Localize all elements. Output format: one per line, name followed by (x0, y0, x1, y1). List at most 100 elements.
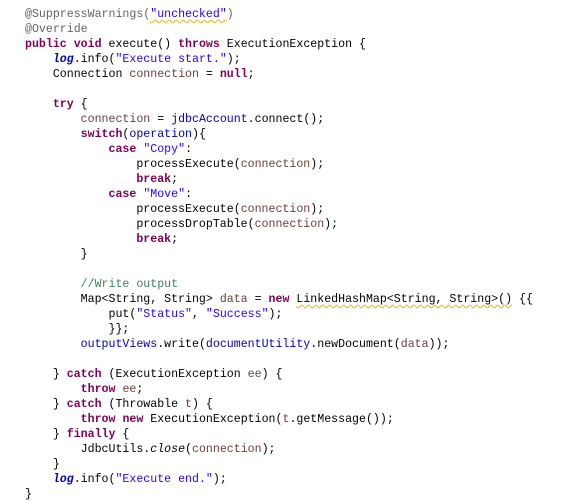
code-token: "unchecked" (150, 8, 227, 21)
code-token: Connection (25, 68, 130, 81)
code-line[interactable]: try { (25, 97, 533, 112)
code-token: (ExecutionException (101, 368, 248, 381)
code-line[interactable]: Map<String, String> data = new LinkedHas… (25, 292, 533, 307)
code-token: case (108, 188, 137, 201)
code-token: ; (136, 383, 144, 396)
code-line[interactable] (25, 352, 533, 367)
code-token: throw (80, 413, 116, 426)
code-token: ExecutionException { (219, 38, 366, 51)
code-token: ) (226, 8, 234, 21)
code-token: catch (66, 398, 102, 411)
code-token: ); (226, 53, 241, 66)
code-line[interactable]: processExecute(connection); (25, 202, 533, 217)
code-token: } (25, 488, 32, 501)
code-token: Map<String, String> (25, 293, 220, 306)
code-token: break (136, 233, 172, 246)
code-token: public (25, 38, 67, 51)
code-token: case (108, 143, 137, 156)
code-token: "Execute end." (115, 473, 213, 486)
code-line[interactable]: @SuppressWarnings("unchecked") (25, 7, 533, 22)
code-token: ee (247, 368, 262, 381)
code-token: : (185, 188, 193, 201)
code-token: "Success" (205, 308, 269, 321)
code-line[interactable] (25, 262, 533, 277)
code-line[interactable]: } (25, 487, 533, 502)
code-line[interactable]: } finally { (25, 427, 533, 442)
code-token: = (198, 68, 220, 81)
code-line[interactable]: public void execute() throws ExecutionEx… (25, 37, 533, 52)
code-token: ); (310, 203, 325, 216)
code-token: .info( (73, 473, 116, 486)
code-token: : (185, 143, 193, 156)
code-token: t (185, 398, 193, 411)
code-token: (Throwable (101, 398, 186, 411)
code-line[interactable]: log.info("Execute start."); (25, 52, 533, 67)
code-token: processExecute( (25, 203, 241, 216)
code-token: .connect(); (247, 113, 325, 126)
code-token: = (150, 113, 172, 126)
code-line[interactable]: Connection connection = null; (25, 67, 533, 82)
code-line[interactable]: case "Move": (25, 187, 533, 202)
code-token: ); (261, 443, 276, 456)
code-token: ; (247, 68, 255, 81)
code-token: .getMessage()); (289, 413, 394, 426)
code-line[interactable]: } (25, 247, 533, 262)
code-token: new (122, 413, 144, 426)
code-token: ); (310, 158, 325, 171)
code-token: break (136, 173, 172, 186)
code-token: "Status" (136, 308, 192, 321)
code-line[interactable]: //Write output (25, 277, 533, 292)
code-line[interactable]: break; (25, 172, 533, 187)
code-line[interactable] (25, 82, 533, 97)
code-editor[interactable]: @SuppressWarnings("unchecked") @Override p… (25, 7, 533, 502)
code-line[interactable]: log.info("Execute end."); (25, 472, 533, 487)
code-line[interactable]: }}; (25, 322, 533, 337)
code-token: ; (171, 173, 179, 186)
code-token: {{ (512, 293, 533, 306)
code-line[interactable]: break; (25, 232, 533, 247)
code-token: try (52, 98, 74, 111)
code-token: = (247, 293, 269, 306)
code-token: @Override (25, 23, 88, 36)
code-token: switch (80, 128, 123, 141)
code-token: )); (428, 338, 450, 351)
code-token: throws (178, 38, 220, 51)
code-line[interactable]: case "Copy": (25, 142, 533, 157)
code-token: finally (66, 428, 116, 441)
code-token: jdbcAccount (171, 113, 248, 126)
code-line[interactable]: processExecute(connection); (25, 157, 533, 172)
code-token: connection (240, 158, 311, 171)
code-line[interactable]: outputViews.write(documentUtility.newDoc… (25, 337, 533, 352)
code-line[interactable]: JdbcUtils.close(connection); (25, 442, 533, 457)
code-token: documentUtility (205, 338, 311, 351)
code-line[interactable]: put("Status", "Success"); (25, 307, 533, 322)
code-token: connection (129, 68, 199, 81)
code-token: ee (122, 383, 137, 396)
code-line[interactable]: } catch (ExecutionException ee) { (25, 367, 533, 382)
code-line[interactable]: connection = jdbcAccount.connect(); (25, 112, 533, 127)
code-line[interactable]: } (25, 457, 533, 472)
code-line[interactable]: @Override (25, 22, 533, 37)
code-token: ) { (192, 398, 213, 411)
code-token: connection (254, 218, 325, 231)
code-token: operation (129, 128, 193, 141)
code-token: ){ (192, 128, 206, 141)
code-token: log (52, 473, 74, 486)
code-line[interactable]: throw new ExecutionException(t.getMessag… (25, 412, 533, 427)
code-line[interactable]: throw ee; (25, 382, 533, 397)
code-token: } (25, 368, 67, 381)
code-line[interactable]: } catch (Throwable t) { (25, 397, 533, 412)
code-line[interactable]: switch(operation){ (25, 127, 533, 142)
code-token: { (73, 98, 88, 111)
code-token: processDropTable( (25, 218, 255, 231)
code-token: throw (80, 383, 116, 396)
code-line[interactable]: processDropTable(connection); (25, 217, 533, 232)
